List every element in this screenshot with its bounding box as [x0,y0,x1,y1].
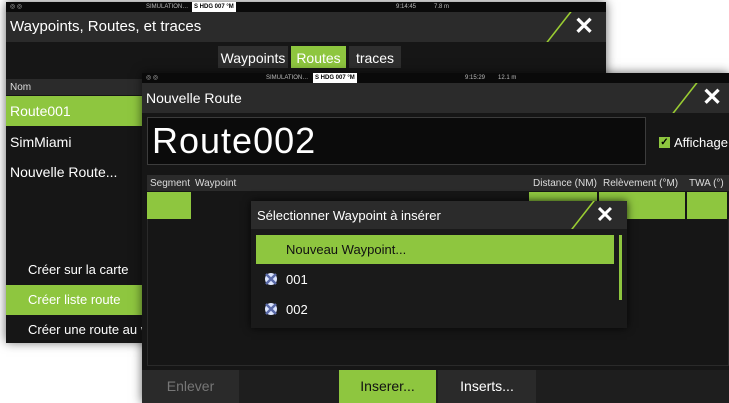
col-distance: Distance (NM) [533,178,597,189]
close-icon[interactable]: ✕ [585,201,625,229]
col-waypoint: Waypoint [195,178,237,189]
menu-panel: Créer sur la carte Créer liste route Cré… [6,255,146,343]
menu-create-route-via[interactable]: Créer une route au v [6,315,146,345]
dialog-title: Sélectionner Waypoint à insérer [257,208,441,223]
list-item-route001[interactable]: Route001 [6,96,142,126]
status-time: 9:14:45 [396,4,417,10]
front-title-bar: Nouvelle Route ✕ [142,83,729,113]
status-distance: 12.1 m [498,75,517,81]
status-simulation: SIMULATION… [266,75,309,81]
menu-create-route-list[interactable]: Créer liste route [6,285,146,315]
tab-routes[interactable]: Routes [291,46,346,68]
list-item-nouvelle-route[interactable]: Nouvelle Route... [6,157,142,187]
status-heading: S HDG 007 °M [313,73,357,83]
col-twa: TWA (°) [689,178,724,189]
close-icon[interactable]: ✕ [690,83,729,113]
dialog-item-label: Nouveau Waypoint... [286,242,407,257]
tab-traces[interactable]: traces [349,46,401,68]
tab-waypoints[interactable]: Waypoints [218,46,288,68]
waypoint-icon [265,303,277,315]
close-icon[interactable]: ✕ [562,12,606,42]
menu-create-on-map[interactable]: Créer sur la carte [6,255,146,285]
dialog-item-label: 002 [286,302,308,317]
status-heading: S HDG 007 °M [192,2,236,12]
route-name-field[interactable]: Route002 [147,117,646,165]
checkmark-icon[interactable]: ✓ [659,137,670,148]
dialog-scrollbar[interactable] [619,235,622,300]
list-item-waypoint-002[interactable]: 002 [256,295,614,324]
status-bar: ◎ ◎ SIMULATION… S HDG 007 °M 9:15:29 12.… [142,73,729,83]
list-item-new-waypoint[interactable]: Nouveau Waypoint... [256,235,614,264]
column-name: Nom [10,82,32,93]
list-item-simmiami[interactable]: SimMiami [6,127,142,157]
col-bearing: Relèvement (°M) [603,178,679,189]
window-title: Nouvelle Route [146,90,242,106]
dialog-item-label: 001 [286,272,308,287]
status-icons: ◎ ◎ [10,4,23,10]
status-icons: ◎ ◎ [146,75,159,81]
cell-twa [687,192,727,219]
route-name-value: Route002 [152,120,317,161]
inserts-button[interactable]: Inserts... [438,370,536,403]
window-title: Waypoints, Routes, et traces [10,18,202,35]
insert-button[interactable]: Inserer... [339,370,436,403]
status-distance: 7.8 m [434,4,450,10]
cell-segment [147,192,191,219]
status-bar: ◎ ◎ SIMULATION… S HDG 007 °M 9:14:45 7.8… [6,2,606,12]
display-label: Affichage [674,135,728,150]
select-waypoint-dialog: Sélectionner Waypoint à insérer ✕ Nouvea… [251,201,627,328]
list-header: Nom [6,79,145,95]
bottom-button-bar: Enlever Inserer... Inserts... [142,370,729,403]
status-simulation: SIMULATION… [146,4,189,10]
column-header-row: Segment Waypoint Distance (NM) Relèvemen… [147,175,729,191]
waypoint-icon [265,273,277,285]
status-time: 9:15:29 [465,75,486,81]
col-segment: Segment [150,178,191,189]
back-title-bar: Waypoints, Routes, et traces ✕ [6,12,606,42]
remove-button[interactable]: Enlever [142,370,239,403]
list-item-waypoint-001[interactable]: 001 [256,265,614,294]
dialog-title-bar: Sélectionner Waypoint à insérer ✕ [251,201,627,229]
